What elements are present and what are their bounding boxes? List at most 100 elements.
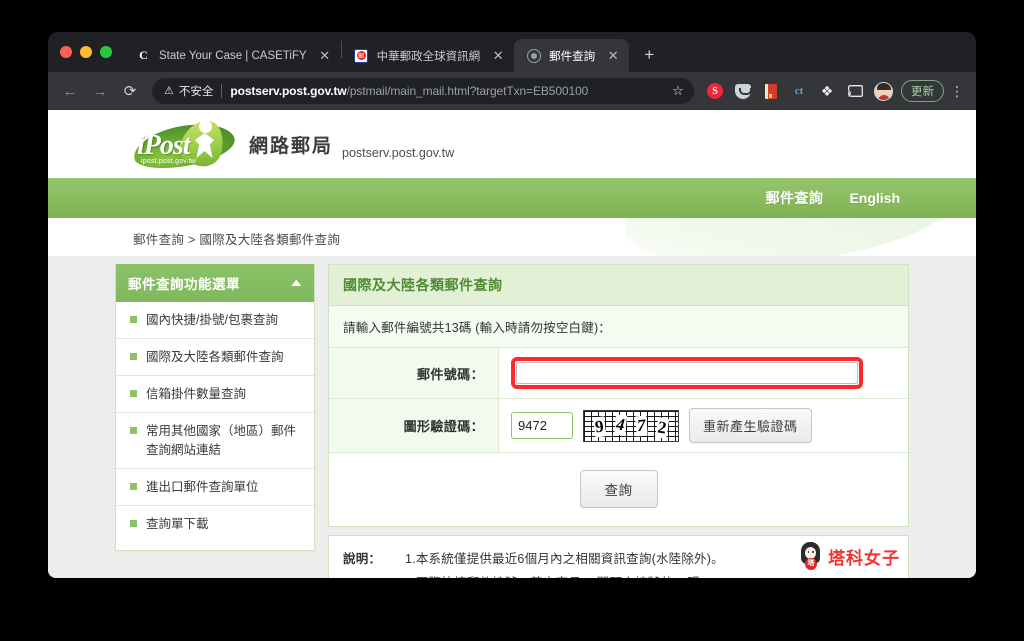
- not-secure-badge[interactable]: ⚠ 不安全: [164, 83, 213, 99]
- breadcrumb-band: 郵件查詢 > 國際及大陸各類郵件查詢: [48, 218, 976, 256]
- nav-item-mail-query[interactable]: 郵件查詢: [765, 188, 823, 208]
- cast-glyph: [847, 84, 863, 97]
- browser-tab-chunghwa-post[interactable]: 郵 中華郵政全球資訊網 ✕: [342, 39, 515, 72]
- bullet-icon: [130, 427, 137, 435]
- site-header: iPost ipost.post.gov.tw 網路郵局 postserv.po…: [48, 110, 976, 178]
- url-text: postserv.post.gov.tw/pstmail/main_mail.h…: [230, 84, 666, 98]
- notes-label-spacer: [343, 572, 405, 578]
- mail-number-field-cell: [499, 348, 908, 398]
- url-host: postserv.post.gov.tw: [230, 84, 347, 98]
- chunghwa-post-icon: 郵: [354, 48, 369, 63]
- back-icon[interactable]: ←: [56, 77, 84, 105]
- page-content: iPost ipost.post.gov.tw 網路郵局 postserv.po…: [48, 110, 976, 578]
- casetify-icon: C: [139, 48, 148, 62]
- captcha-char: 7: [635, 415, 648, 436]
- bullet-icon: [130, 316, 137, 323]
- forward-icon[interactable]: →: [86, 77, 114, 105]
- close-icon[interactable]: ✕: [317, 48, 333, 64]
- browser-window: C State Your Case | CASETiFY ✕ 郵 中華郵政全球資…: [48, 32, 976, 578]
- panel-title: 國際及大陸各類郵件查詢: [329, 265, 908, 306]
- tab-title: State Your Case | CASETiFY: [159, 49, 307, 62]
- close-icon[interactable]: ✕: [605, 48, 621, 64]
- captcha-char: 4: [614, 414, 627, 435]
- captcha-field-cell: 9 4 7 2 重新產生驗證碼: [499, 399, 908, 452]
- mail-number-label: 郵件號碼：: [329, 348, 499, 398]
- reload-icon[interactable]: ⟳: [116, 77, 144, 105]
- mail-number-highlight-box: [511, 357, 863, 389]
- ipost-icon: [526, 48, 541, 63]
- captcha-char: 2: [655, 416, 669, 439]
- new-tab-button[interactable]: +: [635, 41, 663, 69]
- close-icon[interactable]: ✕: [490, 48, 506, 64]
- refresh-captcha-button[interactable]: 重新產生驗證碼: [689, 408, 812, 443]
- minimize-window-button[interactable]: [80, 46, 92, 58]
- captcha-input[interactable]: [511, 412, 573, 439]
- bullet-icon: [130, 390, 137, 398]
- browser-toolbar: ← → ⟳ ⚠ 不安全 postserv.post.gov.tw/pstmail…: [48, 72, 976, 110]
- puzzle-icon[interactable]: ❖: [814, 78, 840, 104]
- query-panel: 國際及大陸各類郵件查詢 請輸入郵件編號共13碼 (輸入時請勿按空白鍵)： 郵件號…: [328, 264, 909, 527]
- sidebar-header[interactable]: 郵件查詢功能選單 ▲: [116, 264, 314, 302]
- tab-strip: C State Your Case | CASETiFY ✕ 郵 中華郵政全球資…: [48, 32, 976, 72]
- s-circle-icon[interactable]: S: [702, 78, 728, 104]
- sidebar-item-label: 常用其他國家（地區）郵件查詢網站連結: [146, 424, 297, 457]
- close-window-button[interactable]: [60, 46, 72, 58]
- mail-number-row: 郵件號碼：: [329, 348, 908, 399]
- window-controls: [58, 32, 124, 72]
- ipost-logo-icon[interactable]: iPost ipost.post.gov.tw: [130, 116, 241, 175]
- breadcrumb: 郵件查詢 > 國際及大陸各類郵件查詢: [133, 233, 341, 247]
- logo-row: iPost ipost.post.gov.tw 網路郵局 postserv.po…: [48, 110, 976, 178]
- sidebar-item-international[interactable]: 國際及大陸各類郵件查詢: [116, 339, 314, 377]
- browser-tab-mail-query[interactable]: 郵件查詢 ✕: [514, 39, 630, 72]
- captcha-char: 9: [593, 415, 607, 438]
- sidebar-item-other-countries[interactable]: 常用其他國家（地區）郵件查詢網站連結: [116, 413, 314, 469]
- instruction-text: 請輸入郵件編號共13碼 (輸入時請勿按空白鍵)：: [329, 306, 908, 348]
- sidebar-item-form-download[interactable]: 查詢單下載: [116, 505, 314, 542]
- content-area: 郵件查詢功能選單 ▲ 國內快捷/掛號/包裹查詢 國際及大陸各類郵件查詢 信箱掛件…: [48, 256, 976, 578]
- browser-tab-casetify[interactable]: C State Your Case | CASETiFY ✕: [124, 39, 341, 72]
- mail-number-input[interactable]: [516, 362, 858, 384]
- update-button[interactable]: 更新: [901, 80, 944, 102]
- browser-menu-icon[interactable]: ⋮: [946, 78, 968, 104]
- warning-triangle-icon: ⚠: [164, 84, 174, 97]
- profile-avatar-icon[interactable]: [870, 78, 896, 104]
- bullet-icon: [130, 482, 137, 490]
- site-domain-text: postserv.post.gov.tw: [342, 146, 455, 160]
- bullet-icon: [130, 353, 137, 361]
- chevron-up-icon[interactable]: ▲: [288, 277, 305, 289]
- site-name-cn: 網路郵局: [249, 134, 334, 157]
- pocket-icon[interactable]: [730, 78, 756, 104]
- notes-label: 說明：: [343, 552, 382, 566]
- captcha-image: 9 4 7 2: [583, 409, 679, 442]
- watermark: 塔 塔科女子: [798, 542, 900, 570]
- url-path: /pstmail/main_mail.html?targetTxn=EB5001…: [346, 84, 589, 98]
- red-book-icon[interactable]: [758, 78, 784, 104]
- sidebar-item-domestic[interactable]: 國內快捷/掛號/包裹查詢: [116, 302, 314, 340]
- sidebar-header-label: 郵件查詢功能選單: [128, 277, 240, 292]
- bullet-icon: [130, 519, 137, 527]
- sidebar-item-mailbox-count[interactable]: 信箱掛件數量查詢: [116, 376, 314, 414]
- site-nav-bar: 郵件查詢 English: [48, 178, 976, 218]
- captcha-row: 圖形驗證碼： 9 4 7 2 9 4 7 2 重新產生驗證碼: [329, 399, 908, 453]
- search-button[interactable]: 查詢: [579, 470, 658, 508]
- bookmark-star-icon[interactable]: ☆: [666, 79, 690, 103]
- tab-title: 郵件查詢: [549, 50, 596, 63]
- note-line: 2.國際快捷郵件編號：英文字母 E 開頭之編號共13碼。: [343, 572, 894, 578]
- ct-icon[interactable]: ct: [786, 78, 812, 104]
- sidebar-item-import-export-units[interactable]: 進出口郵件查詢單位: [116, 468, 314, 506]
- notes-box: 說明： 1.本系統僅提供最近6個月內之相關資訊查詢(水陸除外)。 2.國際快捷郵…: [328, 535, 909, 578]
- sidebar-item-label: 查詢單下載: [146, 516, 209, 531]
- watermark-text: 塔科女子: [828, 548, 900, 569]
- sidebar-menu: 郵件查詢功能選單 ▲ 國內快捷/掛號/包裹查詢 國際及大陸各類郵件查詢 信箱掛件…: [115, 264, 315, 551]
- sidebar-item-label: 信箱掛件數量查詢: [146, 387, 247, 402]
- maximize-window-button[interactable]: [100, 46, 112, 58]
- cast-icon[interactable]: [842, 78, 868, 104]
- logo-person-head: [199, 120, 212, 133]
- sidebar-item-label: 國內快捷/掛號/包裹查詢: [146, 313, 278, 327]
- omnibox-divider: [221, 84, 223, 98]
- page-viewport: iPost ipost.post.gov.tw 網路郵局 postserv.po…: [48, 110, 976, 578]
- note-text: 2.國際快捷郵件編號：英文字母 E 開頭之編號共13碼。: [405, 572, 713, 578]
- watermark-eye-right: [812, 551, 814, 554]
- address-bar[interactable]: ⚠ 不安全 postserv.post.gov.tw/pstmail/main_…: [152, 78, 694, 104]
- nav-item-english[interactable]: English: [849, 190, 900, 206]
